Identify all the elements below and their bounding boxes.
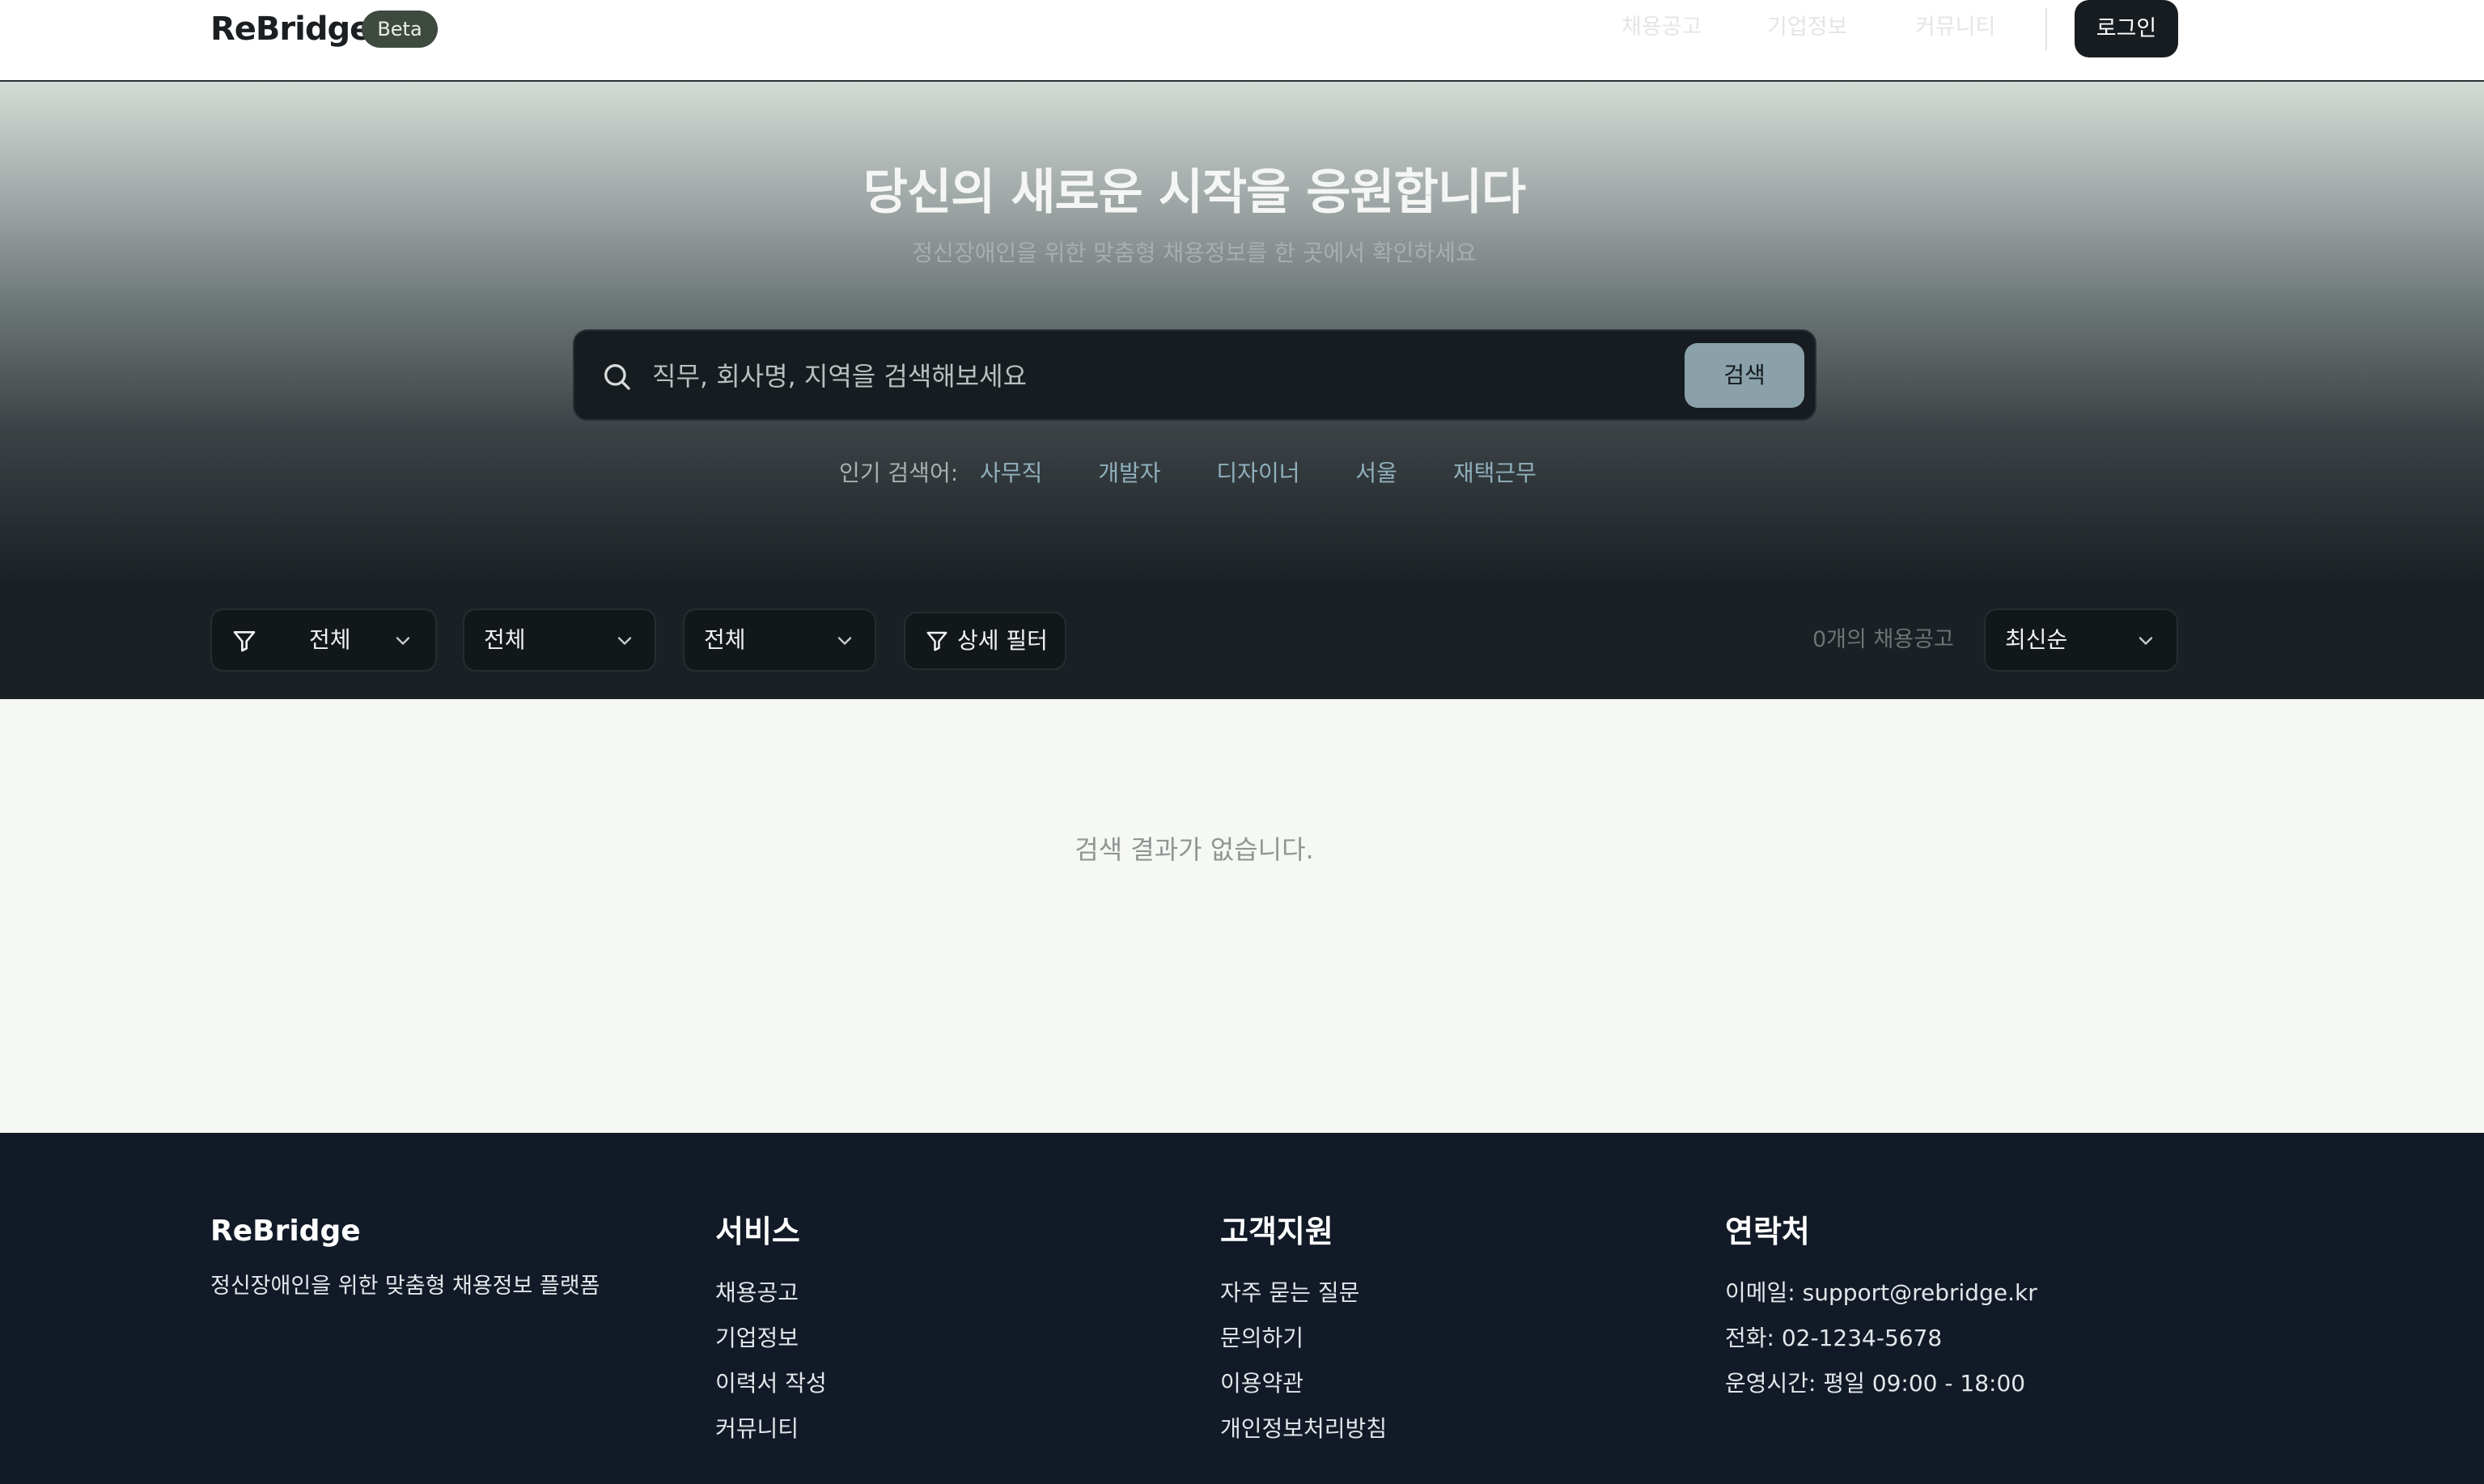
popular-tag[interactable]: 재택근무 [1453,460,1537,486]
detail-filter-button[interactable]: 상세 필터 [904,612,1066,670]
filter-bar: 전체 전체 전체 상세 필터 0개의 채용공고 최신순 [0,581,2484,699]
nav-divider [2045,8,2047,50]
popular-tag[interactable]: 디자이너 [1216,460,1299,486]
popular-label: 인기 검색어: [839,460,959,486]
footer-link-companies[interactable]: 기업정보 [715,1316,827,1361]
hero-section: 당신의 새로운 시작을 응원합니다 정신장애인을 위한 맞춤형 채용정보를 한 … [0,82,2484,581]
footer-link-community[interactable]: 커뮤니티 [715,1406,827,1452]
contact-email: 이메일: support@rebridge.kr [1725,1279,2037,1306]
footer-contact-title: 연락처 [1725,1214,1810,1249]
footer-link-privacy[interactable]: 개인정보처리방침 [1220,1406,1387,1452]
popular-tag[interactable]: 개발자 [1098,460,1160,486]
detail-filter-label: 상세 필터 [957,627,1048,654]
footer-services-title: 서비스 [715,1214,800,1249]
login-button[interactable]: 로그인 [2075,0,2178,57]
nav-community[interactable]: 커뮤니티 [1915,11,1995,44]
region-select[interactable]: 전체 [463,608,656,672]
footer-services-column: 서비스 채용공고 기업정보 이력서 작성 커뮤니티 [715,1207,827,1452]
footer-brand: ReBridge [210,1215,361,1248]
hero-subtitle: 정신장애인을 위한 맞춤형 채용정보를 한 곳에서 확인하세요 [912,240,1477,266]
footer-link-jobs[interactable]: 채용공고 [715,1270,827,1316]
job-count: 0개의 채용공고 [1812,627,1954,652]
chevron-down-icon [396,637,410,646]
nav-companies[interactable]: 기업정보 [1767,11,1847,44]
search-icon [604,364,630,390]
chevron-down-icon [837,637,852,646]
footer-link-terms[interactable]: 이용약관 [1220,1361,1387,1406]
footer-description: 정신장애인을 위한 맞춤형 채용정보 플랫폼 [210,1274,600,1299]
filter-icon [233,631,256,652]
nav-jobs[interactable]: 채용공고 [1621,11,1702,44]
beta-badge: Beta [362,11,438,48]
filter-icon [926,631,947,651]
chevron-down-icon [2139,637,2153,646]
category-select[interactable]: 전체 [210,608,437,672]
footer-link-resume[interactable]: 이력서 작성 [715,1361,827,1406]
popular-tag[interactable]: 사무직 [980,460,1042,486]
search-button[interactable]: 검색 [1685,343,1804,408]
contact-phone: 전화: 02-1234-5678 [1725,1325,1943,1351]
footer-link-contact[interactable]: 문의하기 [1220,1316,1387,1361]
contact-hours: 운영시간: 평일 09:00 - 18:00 [1725,1370,2026,1397]
footer-brand-column: ReBridge 정신장애인을 위한 맞춤형 채용정보 플랫폼 [210,1207,600,1303]
employment-type-select[interactable]: 전체 [683,608,876,672]
popular-searches: 인기 검색어: 사무직 개발자 디자이너 서울 재택근무 [839,457,1585,490]
chevron-down-icon [617,637,632,646]
footer-support-column: 고객지원 자주 묻는 질문 문의하기 이용약관 개인정보처리방침 [1220,1207,1387,1452]
footer-link-faq[interactable]: 자주 묻는 질문 [1220,1270,1387,1316]
popular-tag[interactable]: 서울 [1355,460,1397,486]
results-area: 검색 결과가 없습니다. [0,699,2484,1133]
region-select-value: 전체 [484,626,526,653]
sort-select-value: 최신순 [2005,626,2068,653]
logo[interactable]: ReBridge [210,10,371,49]
footer-support-title: 고객지원 [1220,1214,1333,1249]
footer-contact-column: 연락처 이메일: support@rebridge.kr 전화: 02-1234… [1725,1207,2037,1406]
search-bar: 검색 [573,329,1816,421]
hero-title: 당신의 새로운 시작을 응원합니다 [863,164,1526,221]
employment-type-select-value: 전체 [704,626,746,653]
site-footer: ReBridge 정신장애인을 위한 맞춤형 채용정보 플랫폼 서비스 채용공고… [0,1133,2484,1484]
site-header: ReBridge Beta 채용공고 기업정보 커뮤니티 로그인 [0,0,2484,82]
empty-results-message: 검색 결과가 없습니다. [1075,834,1314,865]
sort-select[interactable]: 최신순 [1984,608,2178,672]
search-input[interactable] [652,350,1623,402]
category-select-value: 전체 [309,626,351,653]
